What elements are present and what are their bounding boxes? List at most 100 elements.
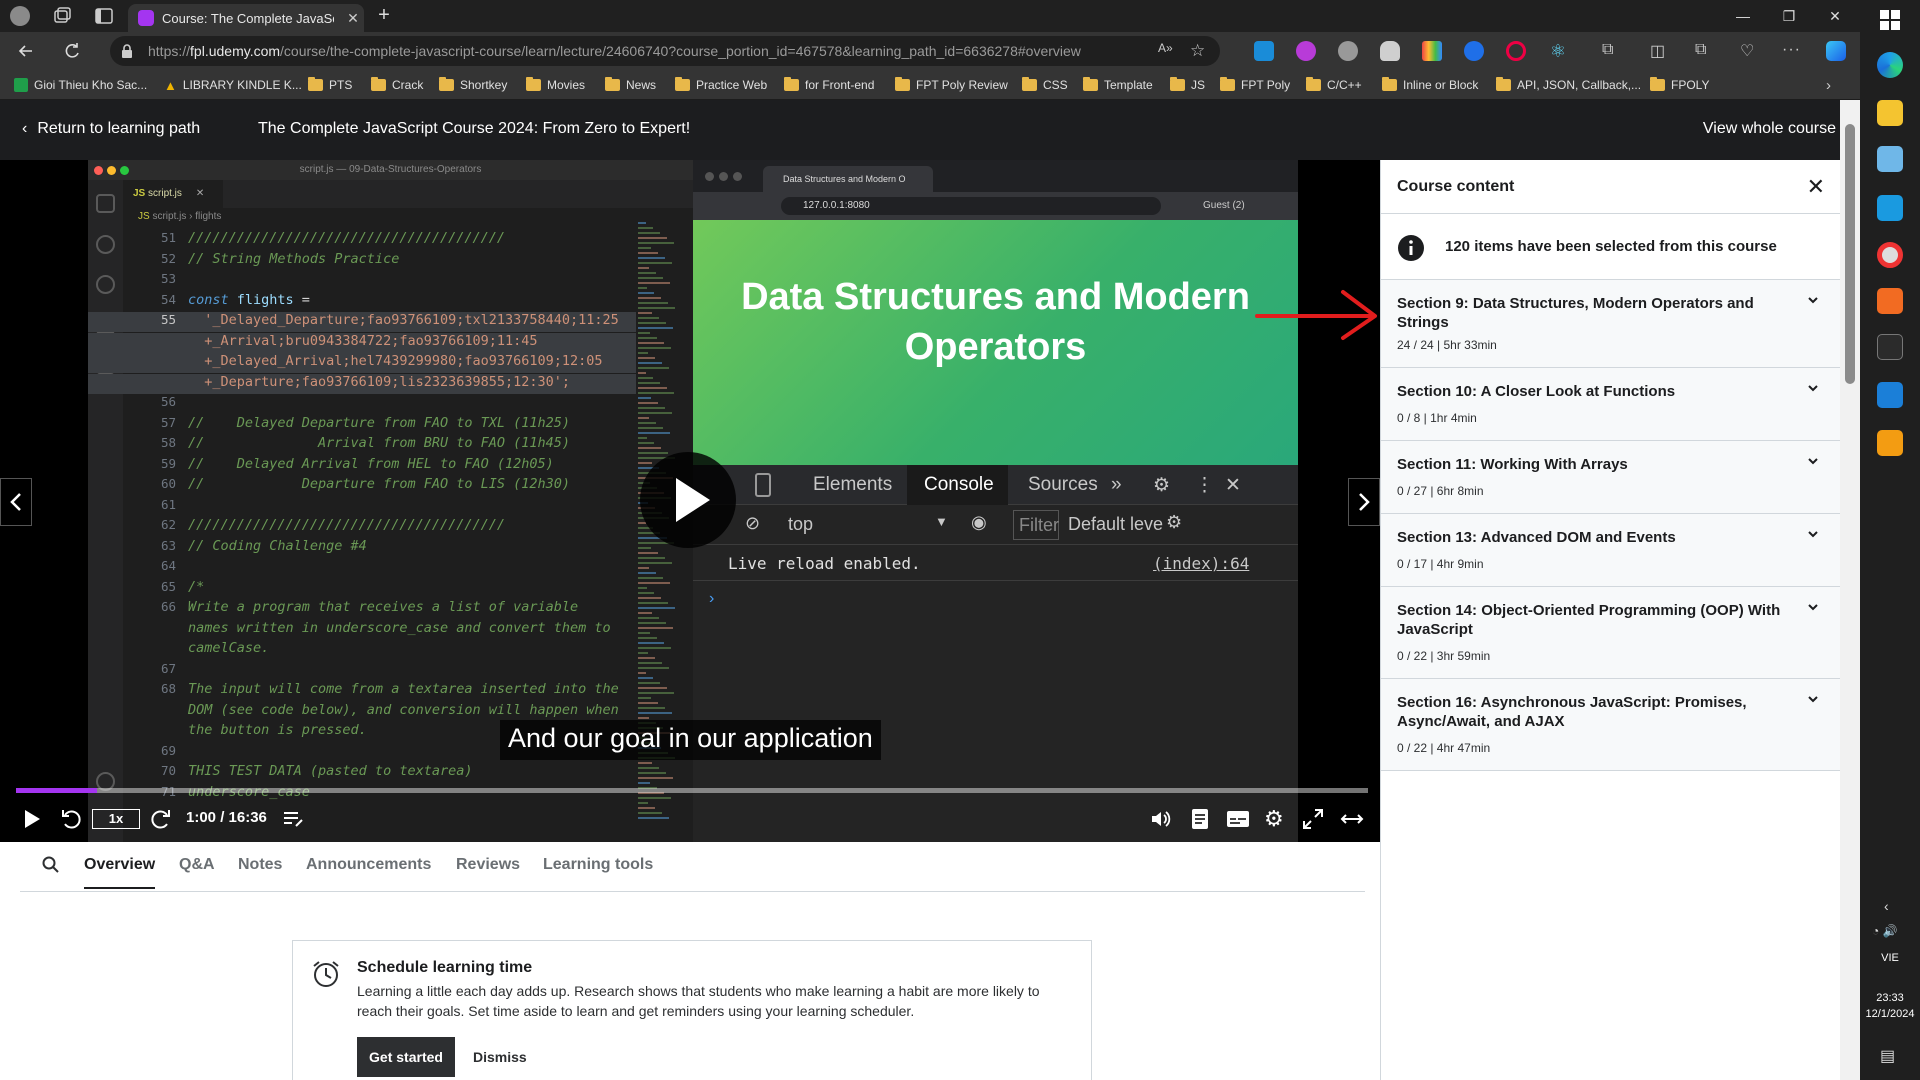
clock[interactable]: 23:33 12/1/2024: [1860, 990, 1920, 1022]
file-explorer-icon[interactable]: [1877, 100, 1903, 126]
bookmark-folder[interactable]: Crack: [371, 77, 423, 93]
fullscreen-icon[interactable]: [1302, 808, 1324, 830]
app-icon[interactable]: [1877, 430, 1903, 456]
bookmark-item[interactable]: Gioi Thieu Kho Sac...: [14, 77, 147, 93]
app-icon[interactable]: [1877, 195, 1903, 221]
browser-essentials-icon[interactable]: ♡: [1740, 41, 1760, 61]
get-started-button[interactable]: Get started: [357, 1037, 455, 1077]
extension-3-icon[interactable]: [1338, 41, 1358, 61]
chevron-left-icon[interactable]: ‹: [1884, 898, 1889, 914]
react-devtools-icon[interactable]: ⚛: [1548, 41, 1568, 61]
bookmark-folder[interactable]: Inline or Block: [1382, 77, 1478, 93]
bookmark-folder[interactable]: API, JSON, Callback,...: [1496, 77, 1641, 93]
tab-overview[interactable]: Overview: [84, 856, 156, 889]
refresh-icon[interactable]: [62, 41, 82, 61]
rewind-5s-icon[interactable]: [60, 807, 82, 831]
new-tab-icon[interactable]: +: [374, 5, 394, 26]
play-button[interactable]: [640, 452, 736, 548]
bookmark-folder[interactable]: for Front-end: [784, 77, 874, 93]
video-player[interactable]: script.js — 09-Data-Structures-Operators…: [0, 160, 1380, 842]
close-window-icon[interactable]: ✕: [1812, 0, 1858, 32]
volume-icon[interactable]: [1150, 808, 1172, 830]
view-whole-course-link[interactable]: View whole course: [1703, 120, 1836, 138]
tab-learning-tools[interactable]: Learning tools: [543, 856, 653, 874]
search-icon[interactable]: [42, 856, 60, 874]
app-icon[interactable]: [1877, 146, 1903, 172]
windows-start-icon[interactable]: [1880, 10, 1900, 30]
section-item[interactable]: Section 9: Data Structures, Modern Opera…: [1381, 280, 1841, 368]
url-input[interactable]: https://fpl.udemy.com/course/the-complet…: [110, 36, 1220, 66]
bookmark-folder[interactable]: C/C++: [1306, 77, 1362, 93]
tab-reviews[interactable]: Reviews: [456, 856, 520, 874]
bookmark-folder[interactable]: Template: [1083, 77, 1153, 93]
favorite-star-icon[interactable]: ☆: [1190, 41, 1210, 61]
close-tab-icon[interactable]: ✕: [342, 10, 364, 27]
return-to-learning-path-link[interactable]: ‹ Return to learning path: [22, 120, 200, 138]
network-volume-icons[interactable]: ◔ 🔊: [1872, 924, 1898, 938]
forward-5s-icon[interactable]: [150, 807, 172, 831]
bookmark-folder[interactable]: News: [605, 77, 656, 93]
page-scrollbar[interactable]: [1840, 100, 1860, 1080]
lock-icon[interactable]: [118, 42, 138, 62]
add-note-icon[interactable]: [282, 808, 304, 830]
terminal-icon[interactable]: [1877, 334, 1903, 360]
extension-5-icon[interactable]: [1422, 41, 1442, 61]
section-item[interactable]: Section 11: Working With Arrays 0 / 27 |…: [1381, 441, 1841, 514]
tab-qa[interactable]: Q&A: [179, 856, 215, 874]
collections-icon[interactable]: ⧉: [1695, 41, 1715, 61]
edge-icon[interactable]: [1877, 52, 1903, 78]
section-item[interactable]: Section 14: Object-Oriented Programming …: [1381, 587, 1841, 679]
bookmark-item[interactable]: ▲ LIBRARY KINDLE K...: [164, 77, 302, 93]
dismiss-button[interactable]: Dismiss: [473, 1037, 527, 1077]
scrollbar-thumb[interactable]: [1845, 124, 1855, 384]
extension-6-icon[interactable]: [1464, 41, 1484, 61]
bookmark-folder[interactable]: Movies: [526, 77, 585, 93]
browser-titlebar: Course: The Complete JavaScript ✕ + — ❐ …: [0, 0, 1860, 32]
captions-icon[interactable]: [1226, 809, 1250, 829]
split-screen-icon[interactable]: ◫: [1650, 41, 1670, 61]
play-icon[interactable]: [22, 808, 42, 830]
more-options-icon[interactable]: ···: [1782, 41, 1802, 61]
transcript-icon[interactable]: [1190, 808, 1210, 830]
profile-avatar[interactable]: [10, 6, 30, 26]
previous-lecture-button[interactable]: [0, 478, 32, 526]
xampp-icon[interactable]: [1877, 288, 1903, 314]
tab-notes[interactable]: Notes: [238, 856, 282, 874]
read-aloud-icon[interactable]: A»: [1158, 41, 1178, 61]
bookmark-folder[interactable]: JS: [1170, 77, 1205, 93]
close-sidebar-icon[interactable]: ✕: [1807, 174, 1825, 200]
tab-udemy-course[interactable]: Course: The Complete JavaScript ✕: [128, 4, 364, 32]
input-language[interactable]: VIE: [1860, 952, 1920, 964]
bookmark-folder[interactable]: Shortkey: [439, 77, 507, 93]
vscode-icon[interactable]: [1877, 382, 1903, 408]
settings-gear-icon[interactable]: ⚙: [1264, 806, 1284, 832]
notifications-icon[interactable]: ▤: [1880, 1046, 1895, 1066]
bookmarks-overflow-chevron-icon[interactable]: ›: [1826, 77, 1831, 94]
section-item[interactable]: Section 10: A Closer Look at Functions 0…: [1381, 368, 1841, 441]
restore-icon[interactable]: ❐: [1766, 0, 1812, 32]
expanded-view-icon[interactable]: [1340, 808, 1364, 830]
section-item[interactable]: Section 13: Advanced DOM and Events 0 / …: [1381, 514, 1841, 587]
bookmark-folder[interactable]: FPT Poly Review: [895, 77, 1008, 93]
video-progress-bar[interactable]: [16, 788, 1368, 793]
tab-announcements[interactable]: Announcements: [306, 856, 431, 874]
vertical-tabs-icon[interactable]: [94, 6, 114, 26]
copilot-icon[interactable]: [1826, 41, 1846, 61]
bookmark-folder[interactable]: CSS: [1022, 77, 1068, 93]
extension-7-icon[interactable]: [1506, 41, 1526, 61]
chrome-icon[interactable]: [1877, 242, 1903, 268]
extensions-puzzle-icon[interactable]: ⧉: [1602, 41, 1622, 61]
next-lecture-button[interactable]: [1348, 478, 1380, 526]
playback-speed-button[interactable]: 1x: [92, 809, 140, 829]
extension-2-icon[interactable]: [1296, 41, 1316, 61]
workspaces-icon[interactable]: [52, 6, 72, 26]
bookmark-folder[interactable]: Practice Web: [675, 77, 767, 93]
section-item[interactable]: Section 16: Asynchronous JavaScript: Pro…: [1381, 679, 1841, 771]
minimize-icon[interactable]: —: [1720, 0, 1766, 32]
bookmark-folder[interactable]: FPT Poly: [1220, 77, 1290, 93]
bookmark-folder[interactable]: PTS: [308, 77, 352, 93]
bookmark-folder[interactable]: FPOLY: [1650, 77, 1709, 93]
extension-4-icon[interactable]: [1380, 41, 1400, 61]
back-icon[interactable]: [16, 41, 36, 61]
extension-1-icon[interactable]: [1254, 41, 1274, 61]
